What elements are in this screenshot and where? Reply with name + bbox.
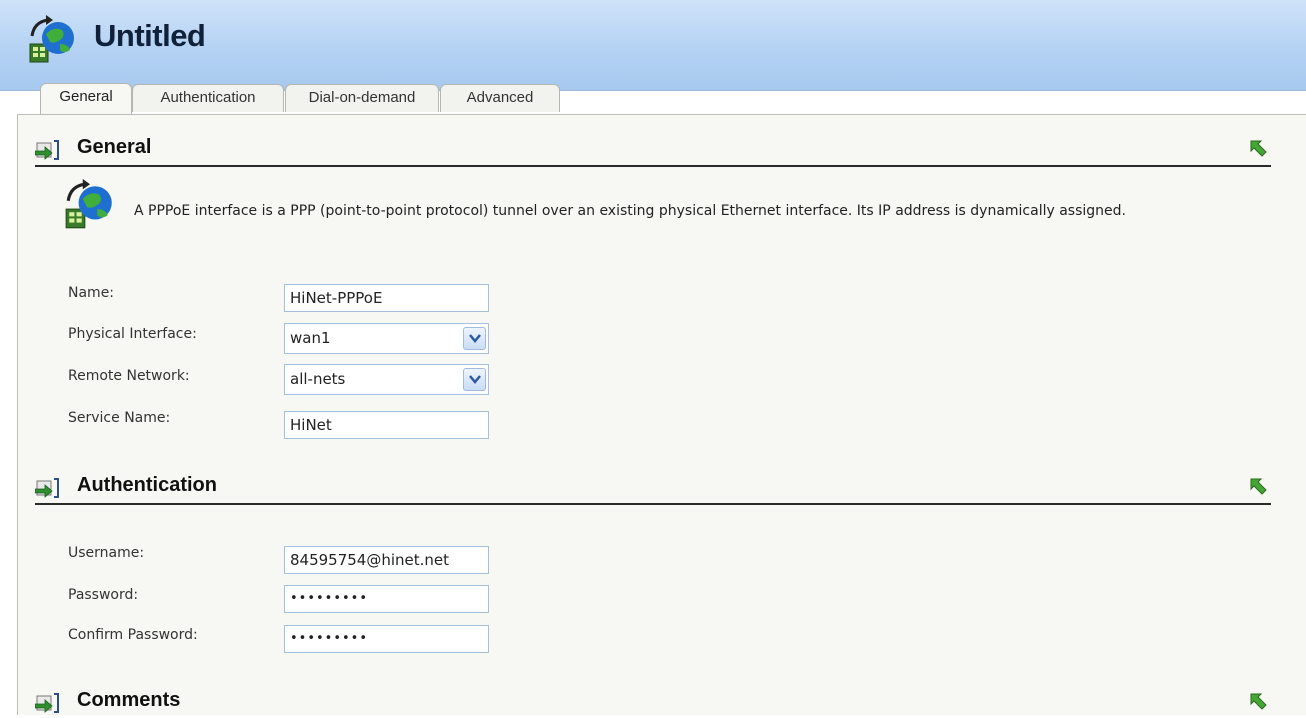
password-label: Password: [68, 587, 139, 603]
physical-interface-label: Physical Interface: [68, 326, 197, 342]
chevron-down-icon[interactable] [463, 368, 486, 391]
collapse-up-icon[interactable] [1247, 690, 1269, 712]
section-comments-title: Comments [77, 689, 181, 711]
name-label: Name: [68, 285, 115, 301]
collapse-up-icon[interactable] [1247, 137, 1269, 159]
tab-general[interactable]: General [40, 83, 132, 114]
remote-network-value: all-nets [290, 370, 346, 388]
password-field[interactable]: ••••••••• [284, 585, 489, 613]
physical-interface-select[interactable]: wan1 [284, 323, 489, 354]
section-description: A PPPoE interface is a PPP (point-to-poi… [134, 203, 1126, 219]
expand-arrow-icon[interactable] [35, 691, 59, 713]
service-name-label: Service Name: [68, 410, 171, 426]
collapse-up-icon[interactable] [1247, 475, 1269, 497]
section-general-title: General [77, 136, 152, 158]
remote-network-label: Remote Network: [68, 368, 190, 384]
service-name-field[interactable]: HiNet [284, 411, 489, 439]
expand-arrow-icon[interactable] [35, 138, 59, 160]
username-field[interactable]: 84595754@hinet.net [284, 546, 489, 574]
tab-authentication[interactable]: Authentication [132, 84, 284, 112]
remote-network-select[interactable]: all-nets [284, 364, 489, 395]
title-bar: Untitled [0, 0, 1306, 91]
tab-dial-on-demand[interactable]: Dial-on-demand [285, 84, 439, 112]
section-general-header: General [35, 135, 1271, 167]
physical-interface-value: wan1 [290, 329, 331, 347]
pppoe-interface-icon [29, 15, 74, 63]
page-title: Untitled [94, 18, 206, 53]
section-authentication-title: Authentication [77, 474, 217, 496]
expand-arrow-icon[interactable] [35, 476, 59, 498]
name-field[interactable]: HiNet-PPPoE [284, 284, 489, 312]
tab-advanced[interactable]: Advanced [440, 84, 560, 112]
confirm-password-field[interactable]: ••••••••• [284, 625, 489, 653]
confirm-password-label: Confirm Password: [68, 627, 198, 643]
section-authentication-header: Authentication [35, 473, 1271, 505]
username-label: Username: [68, 545, 145, 561]
chevron-down-icon[interactable] [463, 327, 486, 350]
